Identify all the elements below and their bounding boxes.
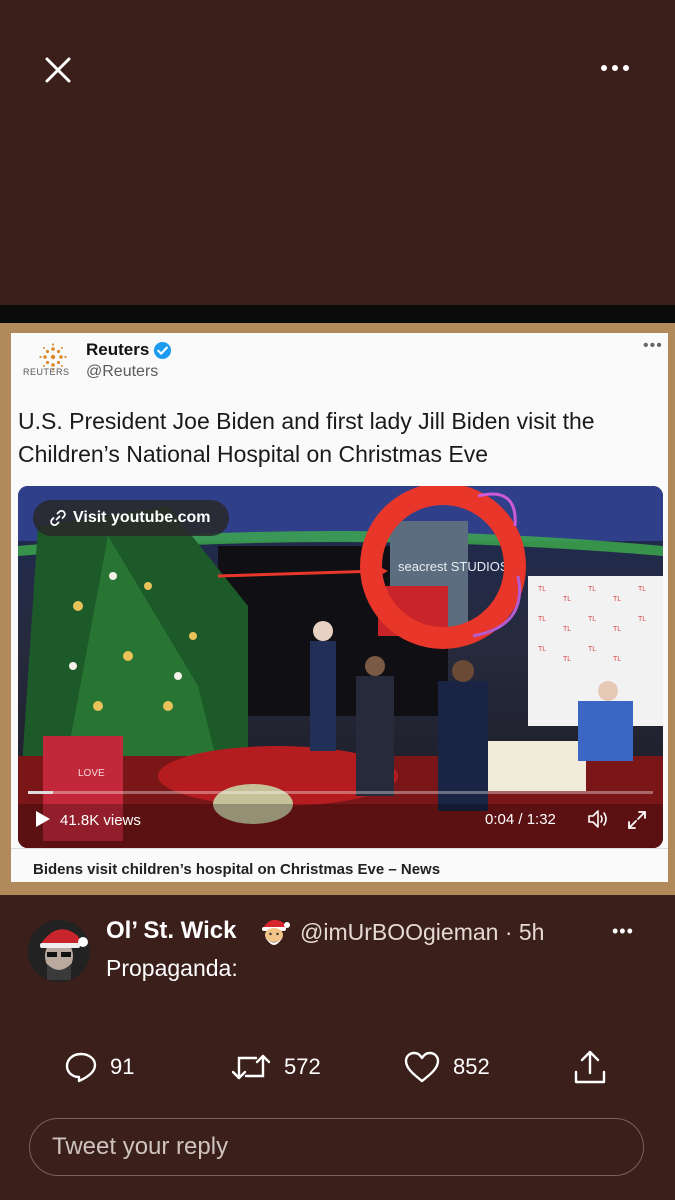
retweet-count: 572 <box>284 1054 321 1079</box>
share-button[interactable] <box>572 1045 608 1089</box>
heart-icon <box>404 1051 440 1083</box>
tweet-text: Propaganda: <box>106 955 238 981</box>
svg-text:TL: TL <box>538 646 546 653</box>
video-time: 0:04 / 1:32 <box>485 811 556 828</box>
video-progress-fill <box>28 791 53 794</box>
play-icon[interactable] <box>36 811 50 827</box>
svg-text:TL: TL <box>588 616 596 623</box>
quoted-tweet-card: REUTERS Reuters @Reuters ••• U.S. Presid… <box>11 333 668 882</box>
visit-youtube-button[interactable]: Visit youtube.com <box>33 500 229 536</box>
svg-text:TL: TL <box>588 646 596 653</box>
svg-text:TL: TL <box>563 596 571 603</box>
volume-icon[interactable] <box>586 808 610 830</box>
svg-text:TL: TL <box>563 626 571 633</box>
svg-text:TL: TL <box>613 656 621 663</box>
top-bar <box>0 0 675 140</box>
svg-text:TL: TL <box>563 656 571 663</box>
visit-youtube-label: Visit youtube.com <box>73 509 211 526</box>
video-progress-bar[interactable] <box>28 791 653 794</box>
image-top-border <box>0 305 675 323</box>
video-player[interactable]: seacrest STUDIOS TL TL TL TL TL TL TL TL TL TL T… <box>18 486 663 848</box>
author-handle-time[interactable]: @imUrBOOgieman · 5h <box>300 919 544 946</box>
reply-input[interactable]: Tweet your reply <box>29 1118 644 1176</box>
avatar-image <box>28 920 90 982</box>
link-icon <box>50 509 66 526</box>
close-icon <box>45 57 71 83</box>
retweet-button[interactable]: 572 <box>230 1045 321 1089</box>
santa-emoji-icon <box>262 919 290 945</box>
more-options-button[interactable] <box>596 58 636 78</box>
more-dots-icon <box>601 65 629 71</box>
avatar[interactable] <box>28 920 90 982</box>
reuters-logo-wordmark: REUTERS <box>23 367 70 377</box>
attached-image[interactable]: REUTERS Reuters @Reuters ••• U.S. Presid… <box>0 323 675 895</box>
video-views: 41.8K views <box>36 811 141 829</box>
svg-text:TL: TL <box>538 616 546 623</box>
link-card-title[interactable]: Bidens visit children’s hospital on Chri… <box>11 848 668 882</box>
quoted-author-handle: @Reuters <box>86 363 159 380</box>
svg-text:TL: TL <box>613 596 621 603</box>
like-button[interactable]: 852 <box>403 1045 490 1089</box>
seacrest-sign-text: seacrest STUDIOS <box>398 559 509 574</box>
verified-badge-icon <box>153 341 172 360</box>
retweet-icon <box>231 1054 271 1080</box>
svg-text:TL: TL <box>638 616 646 623</box>
views-count: 41.8K views <box>60 812 141 829</box>
quoted-tweet-text: U.S. President Joe Biden and first lady … <box>18 408 595 467</box>
reply-button[interactable]: 91 <box>64 1045 134 1089</box>
author-name[interactable]: Ol’ St. Wick <box>106 917 237 945</box>
reuters-logo-icon <box>39 343 67 371</box>
tweet-more-options-icon[interactable]: ••• <box>612 921 634 942</box>
reply-count: 91 <box>110 1054 135 1079</box>
quoted-more-dots-icon: ••• <box>643 337 663 354</box>
love-sign-text: LOVE <box>78 768 105 779</box>
close-button[interactable] <box>38 50 78 90</box>
reply-icon <box>65 1052 97 1083</box>
like-count: 852 <box>453 1054 490 1079</box>
quoted-author-name: Reuters <box>86 340 150 359</box>
svg-text:TL: TL <box>638 586 646 593</box>
share-icon <box>574 1050 606 1084</box>
svg-text:TL: TL <box>538 586 546 593</box>
tweet-actions: 91 572 852 <box>0 1045 675 1091</box>
svg-text:TL: TL <box>613 626 621 633</box>
fullscreen-icon[interactable] <box>626 809 648 831</box>
svg-text:TL: TL <box>588 586 596 593</box>
